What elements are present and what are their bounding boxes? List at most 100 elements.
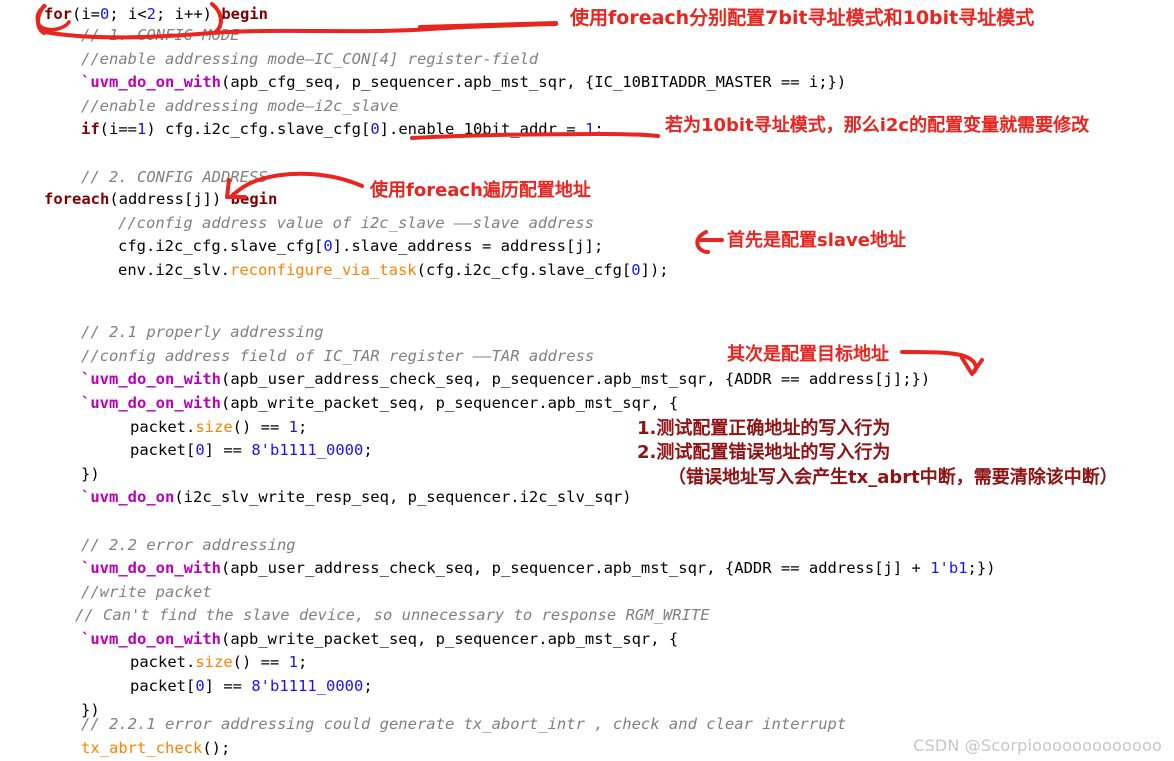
code-token: ; (594, 120, 604, 138)
line-uvm-do-i2c-slv-write-resp: `uvm_do_on(i2c_slv_write_resp_seq, p_seq… (81, 485, 632, 510)
code-token: (); (202, 739, 231, 757)
code-token: ] == (204, 677, 252, 695)
line-comment-write-packet: //write packet (81, 580, 212, 605)
code-token: 1 (584, 120, 595, 138)
code-token: foreach (44, 190, 110, 208)
code-token: //config address field of IC_TAR registe… (81, 347, 595, 365)
line-if-enable-10bit: if(i==1) cfg.i2c_cfg.slave_cfg[0].enable… (81, 117, 604, 142)
code-token: // 2.1 properly addressing (81, 323, 324, 341)
line-comment-cant-find-slave: // Can't find the slave device, so unnec… (75, 603, 710, 628)
line-packet-size-err: packet.size() == 1; (130, 650, 307, 675)
code-token: }) (81, 465, 100, 483)
code-token: () == (232, 418, 289, 436)
code-token: begin (230, 190, 278, 208)
line-cfg-slave-address: cfg.i2c_cfg.slave_cfg[0].slave_address =… (118, 234, 603, 259)
line-comment-enable-addr-mode-iccon: //enable addressing mode—IC_CON[4] regis… (81, 47, 538, 72)
code-token: size (195, 418, 233, 436)
code-token: (apb_write_packet_seq, p_sequencer.apb_m… (220, 394, 679, 412)
code-token: ; i++) (156, 5, 222, 23)
code-token: packet[ (130, 677, 196, 695)
line-uvm-do-write-packet-err: `uvm_do_on_with(apb_write_packet_seq, p_… (81, 627, 678, 652)
code-token: 2 (146, 5, 157, 23)
line-uvm-do-write-packet-ok: `uvm_do_on_with(apb_write_packet_seq, p_… (81, 391, 678, 416)
code-token: 1 (137, 120, 147, 138)
code-token: ) cfg.i2c_cfg.slave_cfg[ (146, 120, 371, 138)
code-token: 0 (370, 120, 380, 138)
code-token: packet. (130, 418, 196, 436)
code-token: //config address value of i2c_slave ——sl… (118, 214, 594, 232)
line-comment-221: // 2.2.1 error addressing could generate… (81, 712, 846, 737)
code-token: ; (363, 677, 373, 695)
line-env-reconfigure: env.i2c_slv.reconfigure_via_task(cfg.i2c… (118, 258, 669, 283)
code-token: //enable addressing mode—i2c_slave (81, 97, 399, 115)
anno-10bit-mode: 若为10bit寻址模式，那么i2c的配置变量就需要修改 (665, 115, 1090, 136)
code-token: (address[j]) (109, 190, 231, 208)
code-token: // 2. CONFIG ADDRESS (81, 168, 268, 186)
line-uvm-do-addr-check-err: `uvm_do_on_with(apb_user_address_check_s… (81, 556, 996, 581)
line-packet-size-ok: packet.size() == 1; (130, 415, 307, 440)
anno-tx-abrt-note: （错误地址写入会产生tx_abrt中断，需要清除该中断） (668, 467, 1118, 488)
code-token: `uvm_do_on (81, 488, 175, 506)
code-token: (apb_user_address_check_seq, p_sequencer… (220, 370, 931, 388)
code-token: 0 (100, 5, 110, 23)
code-token: // 2.2.1 error addressing could generate… (81, 715, 847, 733)
code-token: (apb_user_address_check_seq, p_sequencer… (220, 559, 931, 577)
code-token: 0 (631, 261, 641, 279)
code-token: packet[ (130, 441, 196, 459)
code-token: //write packet (81, 583, 212, 601)
code-token: 1'b1 (930, 559, 968, 577)
anno-slave-address: 首先是配置slave地址 (727, 230, 906, 251)
code-token: // 2.2 error addressing (81, 536, 296, 554)
line-foreach-address: foreach(address[j]) begin (44, 187, 277, 212)
code-token: `uvm_do_on_with (81, 73, 221, 91)
code-token: 8'b1111_0000 (251, 441, 364, 459)
line-packet0-ok: packet[0] == 8'b1111_0000; (130, 438, 373, 463)
code-token: ; (298, 418, 308, 436)
line-uvm-do-apb-cfg-seq: `uvm_do_on_with(apb_cfg_seq, p_sequencer… (81, 70, 846, 95)
anno-foreach-mode: 使用foreach分别配置7bit寻址模式和10bit寻址模式 (570, 7, 1035, 29)
code-token: reconfigure_via_task (229, 261, 417, 279)
code-token: (apb_cfg_seq, p_sequencer.apb_mst_sqr, {… (220, 73, 847, 91)
line-uvm-do-addr-check-ok: `uvm_do_on_with(apb_user_address_check_s… (81, 367, 930, 392)
code-token: packet. (130, 653, 196, 671)
code-token: //enable addressing mode—IC_CON[4] regis… (81, 50, 539, 68)
code-token: ].enable_10bit_addr = (379, 120, 585, 138)
code-token: () == (232, 653, 289, 671)
code-token: 0 (195, 441, 205, 459)
code-token: (apb_write_packet_seq, p_sequencer.apb_m… (220, 630, 679, 648)
line-comment-config-mode: // 1. CONFIG MODE (81, 23, 240, 48)
code-token: 0 (195, 677, 205, 695)
code-token: cfg.i2c_cfg.slave_cfg[ (118, 237, 324, 255)
anno-test-correct: 1.测试配置正确地址的写入行为 (637, 418, 891, 439)
code-token: ]); (640, 261, 669, 279)
code-token: size (195, 653, 233, 671)
code-token: tx_abrt_check (81, 739, 203, 757)
code-token: `uvm_do_on_with (81, 370, 221, 388)
anno-test-error: 2.测试配置错误地址的写入行为 (637, 442, 891, 463)
code-token: `uvm_do_on_with (81, 394, 221, 412)
code-token: 8'b1111_0000 (251, 677, 364, 695)
line-comment-config-address-value: //config address value of i2c_slave ——sl… (118, 211, 594, 236)
code-token: begin (221, 5, 269, 23)
code-token: // Can't find the slave device, so unnec… (75, 606, 710, 624)
line-tx-abrt-check: tx_abrt_check(); (81, 736, 230, 761)
code-token: ].slave_address = address[j]; (332, 237, 604, 255)
code-token: env.i2c_slv. (118, 261, 230, 279)
code-token: ; (298, 653, 308, 671)
code-token: ;}) (967, 559, 996, 577)
code-token: if (81, 120, 100, 138)
csdn-watermark: CSDN @Scorpiooooooooooooo (913, 736, 1162, 755)
code-token: // 1. CONFIG MODE (81, 26, 240, 44)
code-token: (cfg.i2c_cfg.slave_cfg[ (416, 261, 632, 279)
code-token: for (44, 5, 72, 23)
code-token: `uvm_do_on_with (81, 559, 221, 577)
line-comment-config-ictar: //config address field of IC_TAR registe… (81, 344, 594, 369)
line-comment-22-error: // 2.2 error addressing (81, 533, 296, 558)
line-close-ok: }) (81, 462, 100, 487)
code-token: ] == (204, 441, 252, 459)
code-token: 1 (288, 418, 298, 436)
code-token: 1 (288, 653, 298, 671)
code-token: 0 (323, 237, 333, 255)
code-token: (i== (99, 120, 137, 138)
code-token: (i= (72, 5, 100, 23)
